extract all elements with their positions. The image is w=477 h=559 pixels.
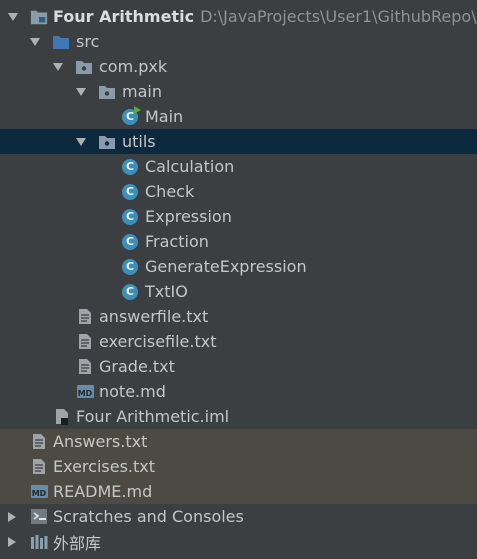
tree-row-module-file[interactable]: Four Arithmetic.iml: [0, 404, 477, 429]
tree-row-file-grade[interactable]: Grade.txt: [0, 354, 477, 379]
chevron-down-icon[interactable]: [74, 135, 88, 149]
md-badge: MD: [30, 485, 48, 498]
tree-row-class-txtio[interactable]: C TxtIO: [0, 279, 477, 304]
file-label: Exercises.txt: [53, 457, 156, 476]
class-icon-letter: C: [122, 258, 138, 275]
class-icon-letter: C: [125, 110, 135, 123]
chevron-down-icon[interactable]: [74, 85, 88, 99]
md-badge: MD: [76, 385, 94, 398]
tree-row-project-root[interactable]: Four Arithmetic D:\JavaProjects\User1\Git…: [0, 4, 477, 29]
tree-row-class-fraction[interactable]: C Fraction: [0, 229, 477, 254]
utils-package-label: utils: [122, 132, 156, 151]
file-label: note.md: [99, 382, 166, 401]
package-folder-icon: [98, 83, 116, 101]
chevron-down-icon[interactable]: [28, 35, 42, 49]
file-label: exercisefile.txt: [99, 332, 217, 351]
tree-row-file-note-md[interactable]: MD note.md: [0, 379, 477, 404]
tree-row-scratches[interactable]: Scratches and Consoles: [0, 504, 477, 529]
tree-row-package-utils[interactable]: utils: [0, 129, 477, 154]
tree-row-file-answers[interactable]: Answers.txt: [0, 429, 477, 454]
tree-row-package-main[interactable]: main: [0, 79, 477, 104]
class-icon-letter: C: [122, 183, 138, 200]
tree-row-class-main[interactable]: C Main: [0, 104, 477, 129]
file-label: Answers.txt: [53, 432, 148, 451]
text-file-icon: [76, 333, 94, 351]
chevron-down-icon[interactable]: [6, 10, 20, 24]
project-name: Four Arithmetic D:\JavaProjects\User1\Git…: [53, 7, 477, 26]
external-libraries-label: 外部库: [53, 533, 102, 553]
class-label: Expression: [145, 207, 232, 226]
source-folder-icon: [52, 33, 70, 51]
class-label: Check: [145, 182, 195, 201]
file-label: answerfile.txt: [99, 307, 209, 326]
text-file-icon: [30, 433, 48, 451]
text-file-icon: [76, 308, 94, 326]
class-label: GenerateExpression: [145, 257, 307, 276]
text-file-icon: [30, 458, 48, 476]
class-icon: C: [121, 283, 139, 301]
tree-row-file-exercisefile[interactable]: exercisefile.txt: [0, 329, 477, 354]
project-folder-icon: [30, 8, 48, 26]
tree-row-class-check[interactable]: C Check: [0, 179, 477, 204]
scratches-console-icon: [30, 508, 48, 526]
class-icon: C: [121, 208, 139, 226]
class-icon-letter: C: [122, 158, 138, 175]
class-icon-letter: C: [122, 208, 138, 225]
library-icon: [30, 533, 48, 551]
class-icon: C: [121, 233, 139, 251]
tree-row-file-exercises[interactable]: Exercises.txt: [0, 454, 477, 479]
file-label: Four Arithmetic.iml: [76, 407, 230, 426]
markdown-file-icon: MD: [76, 383, 94, 401]
project-tree: Four Arithmetic D:\JavaProjects\User1\Git…: [0, 0, 477, 559]
class-icon-letter: C: [122, 283, 138, 300]
run-badge-icon: [134, 105, 141, 114]
tree-row-file-answerfile[interactable]: answerfile.txt: [0, 304, 477, 329]
class-icon-letter: C: [122, 233, 138, 250]
scratches-label: Scratches and Consoles: [53, 507, 244, 526]
package-folder-icon: [75, 58, 93, 76]
class-label: Calculation: [145, 157, 235, 176]
chevron-right-icon[interactable]: [5, 510, 19, 524]
project-path: D:\JavaProjects\User1\GithubRepo\C: [200, 7, 477, 26]
class-icon: C: [121, 183, 139, 201]
tree-row-src[interactable]: src: [0, 29, 477, 54]
tree-row-class-calculation[interactable]: C Calculation: [0, 154, 477, 179]
chevron-right-icon[interactable]: [5, 535, 19, 549]
src-label: src: [76, 32, 100, 51]
package-folder-icon: [98, 133, 116, 151]
class-main-label: Main: [145, 107, 184, 126]
project-name-text: Four Arithmetic: [53, 7, 195, 26]
file-label: Grade.txt: [99, 357, 175, 376]
tree-row-package-com-pxk[interactable]: com.pxk: [0, 54, 477, 79]
markdown-file-icon: MD: [30, 483, 48, 501]
file-label: README.md: [53, 482, 153, 501]
tree-row-external-libraries[interactable]: 外部库: [0, 529, 477, 554]
package-label: com.pxk: [99, 57, 168, 76]
class-icon: C: [121, 258, 139, 276]
module-file-icon: [53, 408, 71, 426]
class-label: TxtIO: [145, 282, 188, 301]
tree-row-file-readme[interactable]: MD README.md: [0, 479, 477, 504]
text-file-icon: [76, 358, 94, 376]
chevron-down-icon[interactable]: [51, 60, 65, 74]
class-label: Fraction: [145, 232, 209, 251]
tree-row-class-expression[interactable]: C Expression: [0, 204, 477, 229]
runnable-class-icon: C: [121, 105, 141, 126]
tree-row-class-generateexpression[interactable]: C GenerateExpression: [0, 254, 477, 279]
main-package-label: main: [122, 82, 162, 101]
class-icon: C: [121, 158, 139, 176]
